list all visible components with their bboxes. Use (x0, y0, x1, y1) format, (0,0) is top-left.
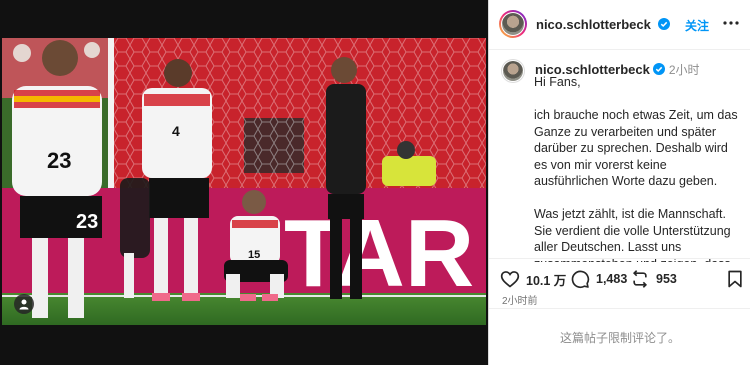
author-avatar[interactable] (499, 10, 527, 38)
verified-badge-icon (657, 18, 670, 30)
repost-count: 953 (656, 272, 677, 286)
jersey-number: 4 (172, 123, 180, 139)
author-username: nico.schlotterbeck (536, 17, 651, 32)
jersey-number: 15 (248, 249, 260, 261)
post-age: 2小时前 (502, 296, 538, 307)
caption-author-avatar[interactable] (501, 59, 525, 83)
caption-text: Hi Fans, ich brauche noch etwas Zeit, um… (534, 75, 738, 262)
tagged-people-button[interactable] (14, 294, 34, 314)
like-count: 10.1 万 (526, 273, 567, 288)
post-photo[interactable]: TAR 23 23 4 15 (2, 38, 486, 325)
shorts-number: 23 (76, 211, 98, 233)
like-button[interactable]: 10.1 万 (500, 269, 566, 289)
ad-board-text: TAR (284, 200, 474, 307)
post-side-panel: nico.schlotterbeck 关注 nico.schlotterbeck… (488, 0, 750, 365)
comment-button[interactable]: 1,483 (570, 269, 627, 289)
post-media: TAR 23 23 4 15 (0, 0, 488, 365)
person-tag-icon (19, 299, 29, 310)
bookmark-icon (728, 270, 742, 288)
comment-count: 1,483 (596, 272, 628, 286)
jersey-number: 23 (47, 148, 71, 173)
post-header: nico.schlotterbeck 关注 (489, 0, 750, 50)
save-button[interactable] (725, 269, 745, 289)
football-scene-image: TAR 23 23 4 15 (2, 38, 486, 325)
follow-button[interactable]: 关注 (685, 17, 709, 34)
more-icon[interactable] (721, 16, 741, 30)
comment-icon (571, 270, 590, 289)
author-username-link[interactable]: nico.schlotterbeck (536, 17, 670, 32)
post-caption: nico.schlotterbeck 2小时 Hi Fans, ich brauc… (489, 52, 750, 262)
repost-icon (632, 270, 648, 288)
heart-icon (500, 271, 520, 288)
instagram-post-modal: TAR 23 23 4 15 nico.schlotterbeck 关注 nic… (0, 0, 750, 365)
comments-disabled-notice: 这篇帖子限制评论了。 (489, 308, 750, 365)
repost-button[interactable]: 953 (630, 269, 677, 289)
